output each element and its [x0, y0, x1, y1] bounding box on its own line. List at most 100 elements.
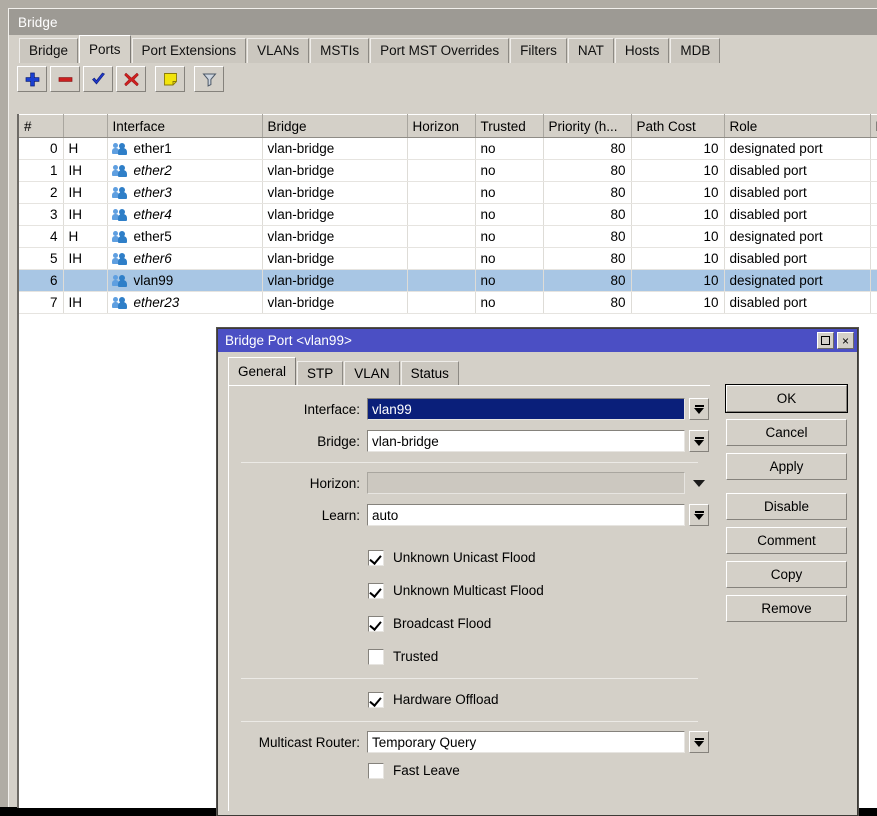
cell-num: 3 — [19, 204, 63, 226]
checkbox-fast-leave[interactable] — [368, 763, 384, 779]
button-label: OK — [777, 391, 797, 406]
dialog-tab-vlan[interactable]: VLAN — [344, 361, 399, 385]
interface-group-icon — [113, 297, 128, 309]
apply-button[interactable]: Apply — [726, 453, 847, 480]
column-header-label: Path Cost — [637, 119, 696, 134]
checkbox-row-unknown-unicast-flood[interactable]: Unknown Unicast Flood — [368, 546, 710, 569]
comment-button[interactable]: Comment — [726, 527, 847, 554]
bridge-dropdown-button[interactable] — [689, 430, 709, 452]
tab-mdb[interactable]: MDB — [670, 38, 720, 63]
cell-priority: 80 — [543, 248, 631, 270]
column-header-role[interactable]: Role — [724, 115, 870, 138]
column-header-label: Role — [730, 119, 758, 134]
interface-input[interactable]: vlan99 — [367, 398, 685, 420]
plus-icon — [24, 71, 41, 88]
checkbox-broadcast-flood[interactable] — [368, 616, 384, 632]
checkbox-unknown-unicast-flood[interactable] — [368, 550, 384, 566]
checkbox-row-broadcast-flood[interactable]: Broadcast Flood — [368, 612, 710, 635]
column-header-trusted[interactable]: Trusted — [475, 115, 543, 138]
checkbox-row-trusted[interactable]: Trusted — [368, 645, 710, 668]
multicast-router-dropdown-button[interactable] — [689, 731, 709, 753]
tab-hosts[interactable]: Hosts — [615, 38, 670, 63]
comment-button[interactable] — [155, 66, 185, 92]
cell-priority: 80 — [543, 160, 631, 182]
column-header-label: Horizon — [413, 119, 460, 134]
table-row[interactable]: 5IHether6vlan-bridgeno8010disabled port — [19, 248, 877, 270]
tab-ports[interactable]: Ports — [79, 35, 131, 63]
cancel-button[interactable]: Cancel — [726, 419, 847, 446]
disable-button[interactable]: Disable — [726, 493, 847, 520]
tab-bridge[interactable]: Bridge — [19, 38, 78, 63]
cell-flags: H — [63, 226, 107, 248]
interface-name: ether2 — [134, 163, 172, 178]
table-row[interactable]: 2IHether3vlan-bridgeno8010disabled port — [19, 182, 877, 204]
checkbox-row-unknown-multicast-flood[interactable]: Unknown Multicast Flood — [368, 579, 710, 602]
multicast-router-input[interactable]: Temporary Query — [367, 731, 685, 753]
bridge-input[interactable]: vlan-bridge — [367, 430, 685, 452]
column-header-num[interactable]: # — [19, 115, 63, 138]
column-header-label: # — [24, 119, 32, 134]
remove-button[interactable]: Remove — [726, 595, 847, 622]
cell-role2 — [870, 270, 877, 292]
interface-group-icon — [113, 143, 128, 155]
learn-dropdown-button[interactable] — [689, 504, 709, 526]
tab-mstis[interactable]: MSTIs — [310, 38, 369, 63]
divider-3 — [241, 721, 698, 722]
cell-horizon — [407, 270, 475, 292]
dialog-tab-label: General — [238, 364, 286, 379]
tab-port-mst-overrides[interactable]: Port MST Overrides — [370, 38, 509, 63]
table-row[interactable]: 7IHether23vlan-bridgeno8010disabled port — [19, 292, 877, 314]
copy-button[interactable]: Copy — [726, 561, 847, 588]
ok-button[interactable]: OK — [726, 385, 847, 412]
dialog-tab-general[interactable]: General — [228, 357, 296, 385]
checkbox-hardware-offload[interactable] — [368, 692, 384, 708]
checkbox-row-hardware-offload[interactable]: Hardware Offload — [368, 688, 710, 711]
disable-button[interactable] — [116, 66, 146, 92]
tab-vlans[interactable]: VLANs — [247, 38, 309, 63]
table-row[interactable]: 0Hether1vlan-bridgeno8010designated port — [19, 138, 877, 160]
column-header-flags[interactable] — [63, 115, 107, 138]
cell-pathcost: 10 — [631, 226, 724, 248]
cell-bridge: vlan-bridge — [262, 160, 407, 182]
column-header-role2[interactable]: Ro — [870, 115, 877, 138]
close-icon[interactable]: × — [837, 332, 854, 349]
tab-port-extensions[interactable]: Port Extensions — [132, 38, 247, 63]
column-header-horizon[interactable]: Horizon — [407, 115, 475, 138]
fields-group-top: Interface:vlan99Bridge:vlan-bridge — [229, 398, 710, 452]
column-header-label: Trusted — [481, 119, 526, 134]
dialog-tab-stp[interactable]: STP — [297, 361, 343, 385]
add-button[interactable] — [17, 66, 47, 92]
interface-name: ether4 — [134, 207, 172, 222]
column-header-interface[interactable]: Interface — [107, 115, 262, 138]
cell-role2 — [870, 160, 877, 182]
table-row[interactable]: 6vlan99vlan-bridgeno8010designated port — [19, 270, 877, 292]
cell-bridge: vlan-bridge — [262, 270, 407, 292]
table-row[interactable]: 4Hether5vlan-bridgeno8010designated port — [19, 226, 877, 248]
interface-dropdown-button[interactable] — [689, 398, 709, 420]
column-header-priority[interactable]: Priority (h... — [543, 115, 631, 138]
column-header-pathcost[interactable]: Path Cost — [631, 115, 724, 138]
checkbox-row-fast-leave[interactable]: Fast Leave — [368, 759, 710, 782]
table-row[interactable]: 3IHether4vlan-bridgeno8010disabled port — [19, 204, 877, 226]
tab-nat[interactable]: NAT — [568, 38, 614, 63]
tab-filters[interactable]: Filters — [510, 38, 567, 63]
cell-num: 1 — [19, 160, 63, 182]
cell-pathcost: 10 — [631, 204, 724, 226]
interface-label: Interface: — [229, 402, 367, 417]
column-header-bridge[interactable]: Bridge — [262, 115, 407, 138]
learn-input[interactable]: auto — [367, 504, 685, 526]
filter-button[interactable] — [194, 66, 224, 92]
cell-interface: ether4 — [107, 204, 262, 226]
enable-button[interactable] — [83, 66, 113, 92]
learn-value: auto — [372, 508, 398, 523]
maximize-icon[interactable] — [817, 332, 834, 349]
remove-button[interactable] — [50, 66, 80, 92]
checkbox-trusted[interactable] — [368, 649, 384, 665]
horizon-input[interactable] — [367, 472, 685, 494]
dialog-tab-status[interactable]: Status — [401, 361, 459, 385]
horizon-chevron-down-icon[interactable] — [689, 472, 709, 494]
table-row[interactable]: 1IHether2vlan-bridgeno8010disabled port — [19, 160, 877, 182]
ports-table: # InterfaceBridge Horizon Trusted Priority (… — [19, 114, 877, 314]
cell-interface: vlan99 — [107, 270, 262, 292]
checkbox-unknown-multicast-flood[interactable] — [368, 583, 384, 599]
